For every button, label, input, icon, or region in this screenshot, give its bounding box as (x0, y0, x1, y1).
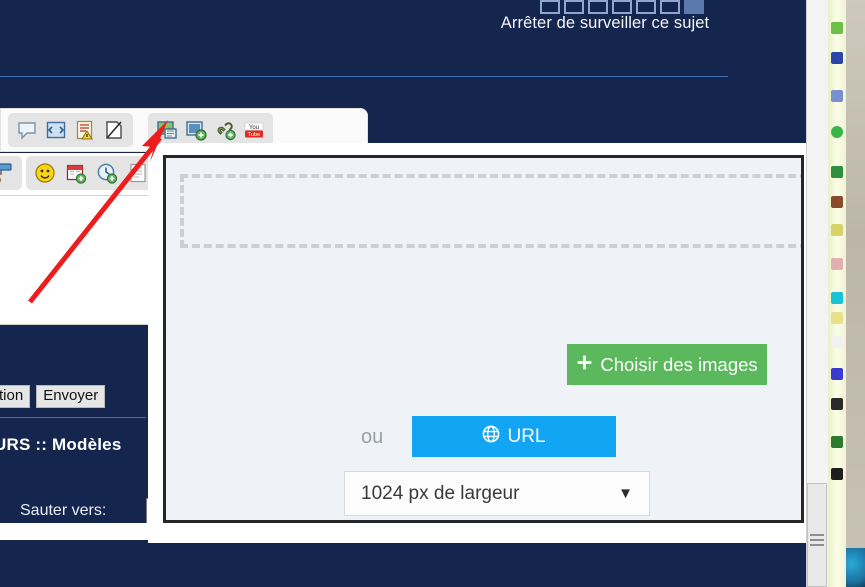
rating-box[interactable] (612, 0, 632, 14)
desktop-background (846, 0, 865, 587)
quote-icon[interactable] (16, 119, 38, 141)
image-width-select[interactable]: 1024 px de largeur ▼ (344, 471, 650, 516)
choose-images-label: Choisir des images (600, 353, 758, 375)
side-icon[interactable] (831, 196, 843, 208)
smiley-icon[interactable] (34, 162, 56, 184)
side-icon[interactable] (831, 312, 843, 324)
add-image-icon[interactable] (185, 119, 207, 141)
paint-roller-icon[interactable] (0, 162, 14, 184)
rating-box[interactable] (588, 0, 608, 14)
toolbar-group-extras (26, 156, 157, 190)
insert-image-icon[interactable] (156, 119, 178, 141)
side-icon[interactable] (831, 90, 843, 102)
editor-submit-buttons: tion Envoyer (0, 385, 106, 408)
or-label: ou (361, 426, 384, 448)
add-link-icon[interactable] (214, 119, 236, 141)
side-icon[interactable] (831, 166, 843, 178)
rating-box[interactable] (660, 0, 680, 14)
side-icon[interactable] (831, 258, 843, 270)
side-icon[interactable] (831, 368, 843, 380)
image-dropzone[interactable] (180, 174, 801, 248)
rating-box-selected[interactable] (684, 0, 704, 14)
side-icon[interactable] (831, 52, 843, 64)
jump-to-label: Sauter vers: (20, 502, 107, 519)
side-icon[interactable] (831, 468, 843, 480)
page-strikethrough-icon[interactable] (103, 119, 125, 141)
side-toolbar-icons[interactable] (829, 0, 845, 587)
resize-grip-icon[interactable] (810, 531, 824, 549)
add-clock-icon[interactable] (96, 162, 118, 184)
image-uploader-dialog: Choisir des images ou URL 1024 px de lar… (163, 155, 804, 523)
breadcrumb[interactable]: URS :: Modèles (0, 435, 121, 455)
plus-icon (576, 354, 593, 376)
side-icon[interactable] (831, 436, 843, 448)
envoyer-button[interactable]: Envoyer (36, 385, 106, 408)
svg-text:Tube: Tube (248, 132, 261, 138)
youtube-icon[interactable]: You Tube (243, 119, 265, 141)
svg-text:You: You (249, 125, 259, 131)
url-label: URL (507, 425, 546, 447)
document-icon[interactable] (127, 162, 149, 184)
toolbar-group-format (0, 156, 22, 190)
divider-2 (0, 417, 146, 418)
code-icon[interactable] (45, 119, 67, 141)
chevron-down-icon: ▼ (618, 485, 633, 502)
choose-images-button[interactable]: Choisir des images (567, 344, 767, 385)
rating-box[interactable] (540, 0, 560, 14)
rating-box[interactable] (564, 0, 584, 14)
side-icon[interactable] (831, 398, 843, 410)
desktop-orb (846, 548, 865, 587)
toolbar-group-media: You Tube (148, 113, 273, 147)
side-icon[interactable] (831, 292, 843, 304)
stop-watching-topic-link[interactable]: Arrêter de surveiller ce sujet (486, 14, 724, 33)
rating-box[interactable] (636, 0, 656, 14)
globe-icon (482, 425, 500, 449)
side-icon[interactable] (831, 224, 843, 236)
side-icon[interactable] (831, 336, 843, 348)
url-button[interactable]: URL (412, 416, 616, 457)
divider (0, 76, 728, 77)
toolbar-group-bbcode (8, 113, 133, 147)
screen-root: Arrêter de surveiller ce sujet You Tube … (0, 0, 865, 587)
side-icon[interactable] (831, 126, 843, 138)
previsualisation-button[interactable]: tion (0, 385, 31, 408)
add-calendar-icon[interactable] (65, 162, 87, 184)
image-width-value: 1024 px de largeur (361, 482, 520, 504)
topic-rating-boxes[interactable] (540, 0, 704, 14)
list-warning-icon[interactable] (74, 119, 96, 141)
side-icon[interactable] (831, 22, 843, 34)
